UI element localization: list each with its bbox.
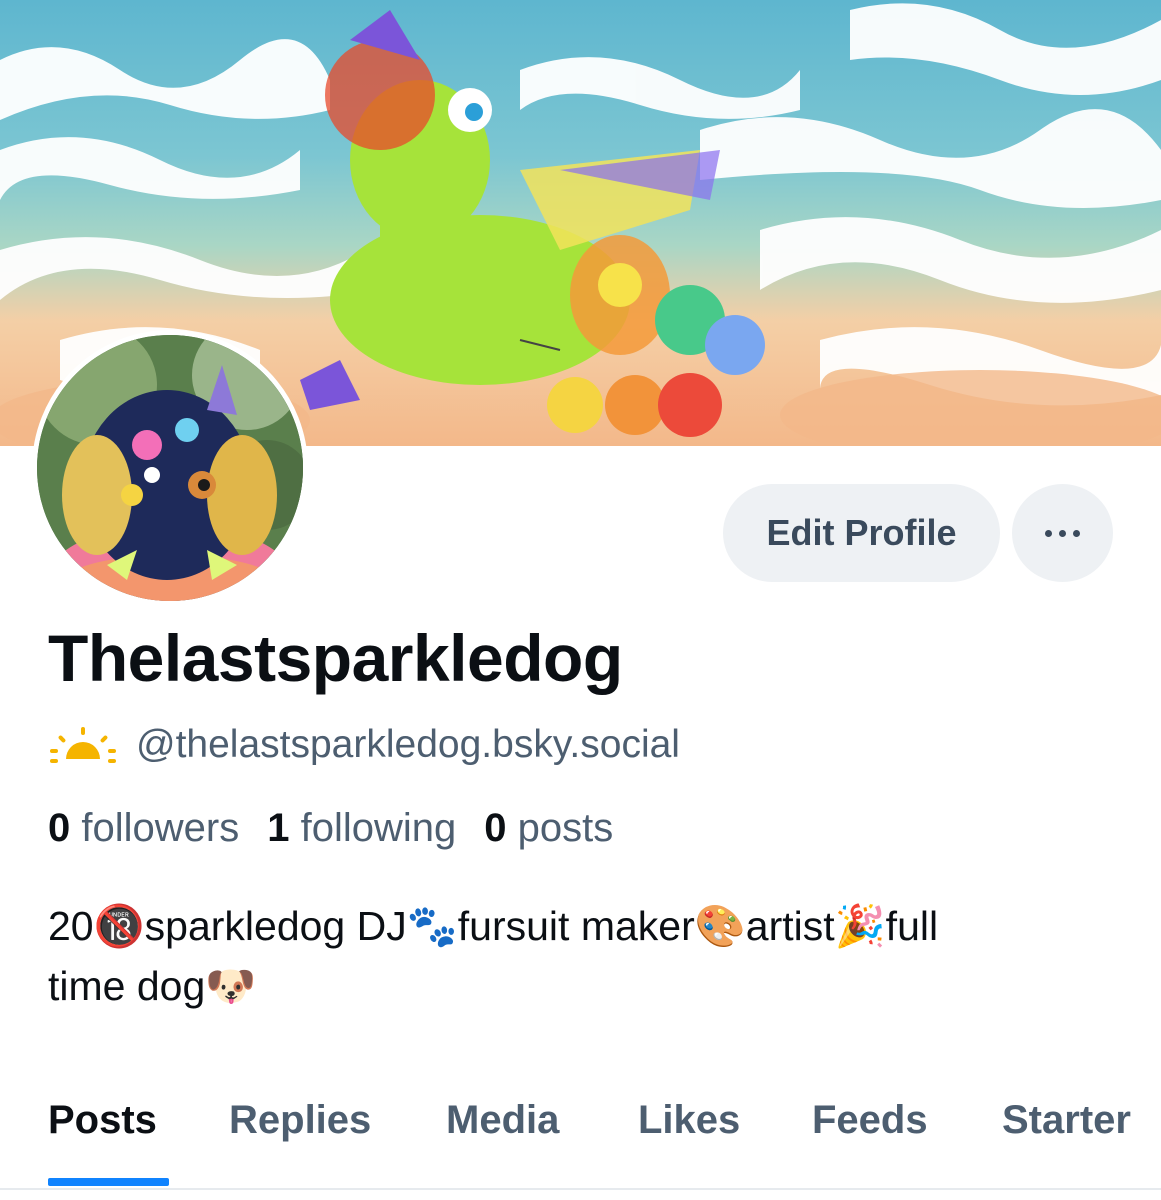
ellipsis-icon	[1045, 529, 1052, 537]
profile-tabs: Posts Replies Media Likes Feeds Starter	[0, 1086, 1161, 1190]
tab-media[interactable]: Media	[446, 1098, 559, 1143]
tab-replies[interactable]: Replies	[229, 1098, 371, 1143]
tab-posts[interactable]: Posts	[48, 1098, 157, 1143]
profile-bio: 20🔞sparkledog DJ🐾fursuit maker🎨artist🎉fu…	[48, 896, 1128, 1016]
bio-line: time dog🐶	[48, 963, 257, 1009]
profile-handle[interactable]: @thelastsparkledog.bsky.social	[136, 723, 680, 767]
display-name: Thelastsparkledog	[48, 621, 623, 695]
ellipsis-icon-dot	[1073, 529, 1080, 537]
tab-likes[interactable]: Likes	[638, 1098, 740, 1143]
tab-starter[interactable]: Starter	[1002, 1098, 1131, 1143]
following-label: following	[300, 806, 457, 850]
posts-stat: 0 posts	[484, 806, 613, 851]
ellipsis-icon-dot	[1059, 529, 1066, 537]
tabs-divider	[0, 1188, 1161, 1190]
more-options-button[interactable]	[1012, 484, 1113, 582]
active-tab-indicator	[48, 1178, 169, 1186]
posts-count: 0	[484, 806, 507, 850]
following-count: 1	[267, 806, 290, 850]
profile-avatar[interactable]	[32, 330, 308, 606]
following-stat[interactable]: 1 following	[267, 806, 456, 851]
handle-row: @thelastsparkledog.bsky.social	[48, 720, 680, 770]
tab-feeds[interactable]: Feeds	[812, 1098, 928, 1143]
profile-stats: 0 followers 1 following 0 posts	[48, 806, 641, 851]
posts-label: posts	[517, 806, 614, 850]
edit-profile-button[interactable]: Edit Profile	[723, 484, 1000, 582]
avatar-image	[37, 335, 303, 601]
sunrise-icon	[50, 727, 116, 763]
followers-count: 0	[48, 806, 71, 850]
followers-label: followers	[81, 806, 240, 850]
bio-line: 20🔞sparkledog DJ🐾fursuit maker🎨artist🎉fu…	[48, 903, 939, 949]
followers-stat[interactable]: 0 followers	[48, 806, 239, 851]
